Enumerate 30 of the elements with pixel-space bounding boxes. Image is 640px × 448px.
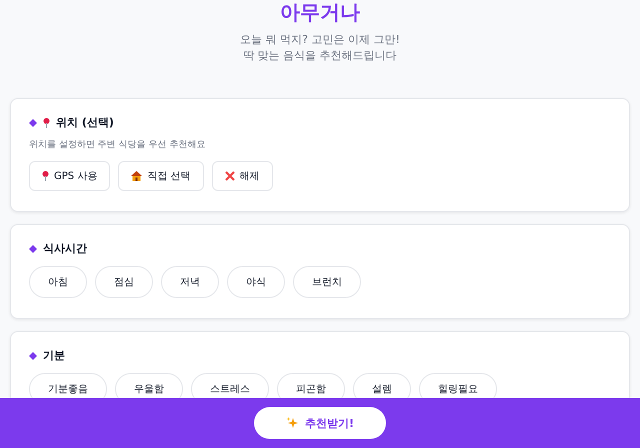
diamond-icon	[29, 118, 37, 126]
section-description: 위치를 설정하면 주변 식당을 우선 추천해요	[29, 139, 206, 151]
diamond-icon	[29, 244, 37, 252]
close-icon	[224, 171, 234, 181]
pin-icon	[43, 118, 50, 128]
recommend-button[interactable]: 추천받기!	[254, 407, 386, 439]
subtitle-text: 딱 맞는 음식을 추천해드립니다	[243, 48, 397, 64]
section-title: 기분	[43, 348, 65, 363]
option-chip[interactable]: 피곤함	[277, 373, 345, 398]
option-chip[interactable]: 저녁	[161, 266, 219, 298]
subtitle-text: 오늘 뭐 먹지? 고민은 이제 그만!	[240, 32, 400, 48]
option-chip[interactable]: 기분좋음	[29, 373, 107, 398]
section-title: 식사시간	[43, 241, 87, 256]
house-icon	[131, 171, 142, 181]
diamond-icon	[29, 352, 37, 360]
location-button[interactable]: GPS 사용	[29, 161, 110, 191]
option-chip[interactable]: 우울함	[115, 373, 183, 398]
option-chip[interactable]: 점심	[95, 266, 153, 298]
option-chip[interactable]: 설렘	[353, 373, 411, 398]
app-title: 아무거나	[280, 0, 360, 24]
option-chip[interactable]: 스트레스	[191, 373, 269, 398]
pin-icon	[42, 171, 49, 181]
option-chip[interactable]: 야식	[227, 266, 285, 298]
section-title: 위치 (선택)	[56, 115, 114, 130]
location-button[interactable]: 해제	[212, 161, 272, 191]
option-chip[interactable]: 아침	[29, 266, 87, 298]
location-button[interactable]: 직접 선택	[118, 161, 204, 191]
option-chip[interactable]: 힐링필요	[419, 373, 497, 398]
sparkle-icon	[286, 417, 298, 429]
option-chip[interactable]: 브런치	[293, 266, 361, 298]
